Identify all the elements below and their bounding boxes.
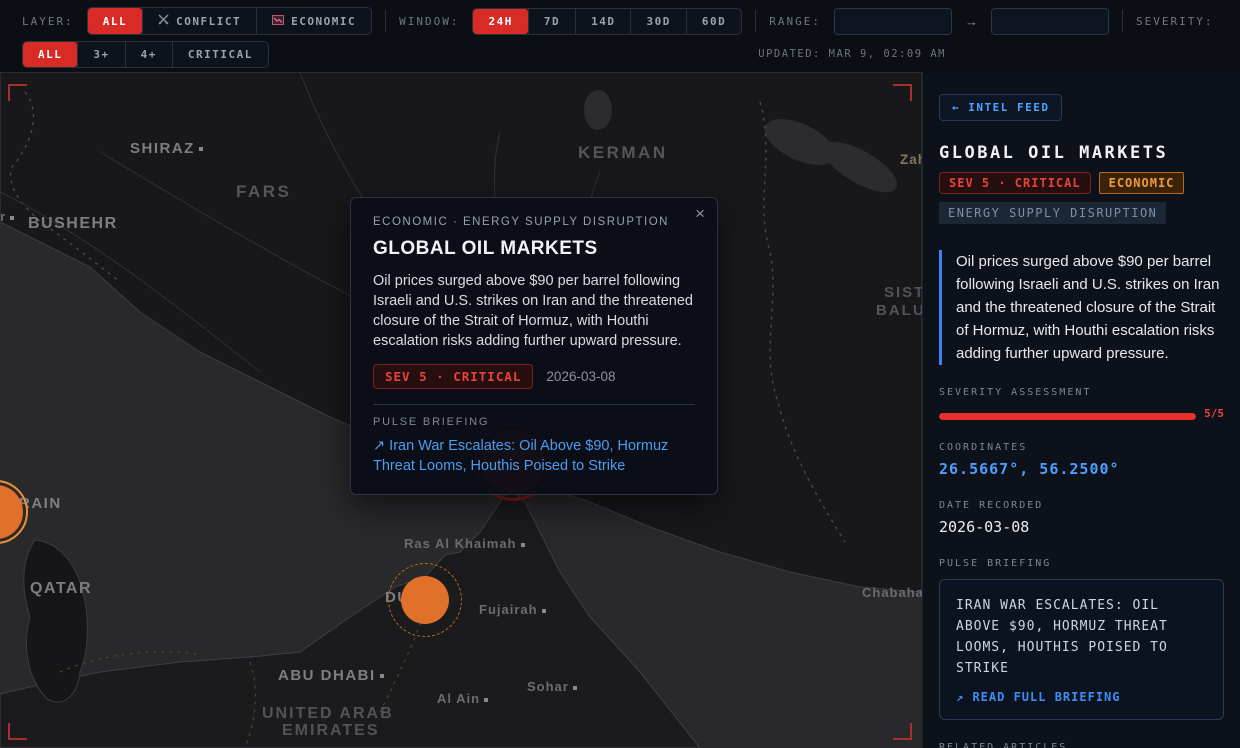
map-label-united-arab: UNITED ARAB bbox=[262, 705, 394, 723]
viewport-corner-bracket bbox=[8, 723, 27, 740]
map-label-nehr: nehr bbox=[0, 209, 14, 224]
range-filter-label: RANGE: bbox=[769, 15, 821, 28]
window-60d-button[interactable]: 60D bbox=[686, 9, 741, 34]
map-label-ras-al-khaimah: Ras Al Khaimah bbox=[404, 536, 525, 551]
map-label-shiraz: SHIRAZ bbox=[130, 140, 203, 157]
range-to-input[interactable] bbox=[991, 8, 1109, 35]
map-label-al-ain: Al Ain bbox=[437, 691, 488, 706]
window-filter-group: 24H 7D 14D 30D 60D bbox=[472, 8, 742, 35]
category-badge: ECONOMIC bbox=[1099, 172, 1185, 194]
map-marker-economic[interactable] bbox=[401, 576, 449, 624]
layer-all-button[interactable]: ALL bbox=[88, 8, 142, 34]
viewport-corner-bracket bbox=[893, 723, 912, 740]
severity-score: 5/5 bbox=[1204, 407, 1224, 420]
layer-filter-label: LAYER: bbox=[22, 15, 74, 28]
window-14d-button[interactable]: 14D bbox=[575, 9, 630, 34]
date-recorded-label: DATE RECORDED bbox=[939, 500, 1224, 511]
filter-toolbar: LAYER: ALL CONFLICT ECONOMIC WINDOW: 24H… bbox=[0, 0, 1240, 72]
map-label-abu-dhabi: ABU DHABI bbox=[278, 667, 384, 684]
severity-badge: SEV 5 · CRITICAL bbox=[373, 364, 533, 389]
severity-4plus-button[interactable]: 4+ bbox=[125, 42, 172, 67]
severity-filter-group: ALL 3+ 4+ CRITICAL bbox=[22, 41, 269, 68]
back-to-intel-feed-button[interactable]: ← INTEL FEED bbox=[939, 94, 1062, 121]
viewport-corner-bracket bbox=[893, 84, 912, 101]
severity-critical-button[interactable]: CRITICAL bbox=[172, 42, 268, 67]
window-7d-button[interactable]: 7D bbox=[528, 9, 575, 34]
pulse-briefing-card: IRAN WAR ESCALATES: OIL ABOVE $90, HORMU… bbox=[939, 579, 1224, 720]
read-full-briefing-link[interactable]: ↗ READ FULL BRIEFING bbox=[956, 690, 1207, 704]
layer-filter-group: ALL CONFLICT ECONOMIC bbox=[87, 7, 372, 35]
map-label-sohar: Sohar bbox=[527, 679, 577, 694]
range-arrow: → bbox=[965, 14, 978, 29]
severity-badge: SEV 5 · CRITICAL bbox=[939, 172, 1091, 194]
coordinates-label: COORDINATES bbox=[939, 442, 1224, 453]
map-label-baluchestan: BALUCHESTAN bbox=[876, 302, 922, 319]
pulse-briefing-headline: IRAN WAR ESCALATES: OIL ABOVE $90, HORMU… bbox=[956, 595, 1207, 679]
close-icon[interactable]: × bbox=[695, 204, 705, 224]
toolbar-divider bbox=[755, 10, 756, 32]
map-label-qatar: QATAR bbox=[30, 580, 92, 598]
pulse-briefing-label: PULSE BRIEFING bbox=[939, 558, 1224, 569]
date-recorded-value: 2026-03-08 bbox=[939, 518, 1224, 536]
chart-down-icon bbox=[272, 15, 284, 28]
event-type-tag: ENERGY SUPPLY DISRUPTION bbox=[939, 202, 1166, 224]
severity-bar-track bbox=[939, 413, 1196, 420]
popup-title: GLOBAL OIL MARKETS bbox=[373, 238, 695, 260]
map-label-chabahar: Chabahar bbox=[862, 585, 922, 600]
pulse-briefing-link[interactable]: ↗ Iran War Escalates: Oil Above $90, Hor… bbox=[373, 436, 695, 476]
map-label-sistan: SISTAN bbox=[884, 284, 922, 301]
layer-economic-label: ECONOMIC bbox=[291, 15, 356, 28]
range-from-input[interactable] bbox=[834, 8, 952, 35]
toolbar-divider bbox=[385, 10, 386, 32]
window-30d-button[interactable]: 30D bbox=[630, 9, 685, 34]
layer-economic-button[interactable]: ECONOMIC bbox=[256, 8, 371, 34]
detail-panel: ← INTEL FEED GLOBAL OIL MARKETS SEV 5 · … bbox=[922, 72, 1240, 748]
severity-3plus-button[interactable]: 3+ bbox=[77, 42, 124, 67]
viewport-corner-bracket bbox=[8, 84, 27, 101]
layer-conflict-button[interactable]: CONFLICT bbox=[142, 8, 256, 34]
popup-divider bbox=[373, 404, 695, 405]
severity-all-button[interactable]: ALL bbox=[23, 42, 77, 67]
detail-title: GLOBAL OIL MARKETS bbox=[939, 143, 1224, 163]
related-articles-label: RELATED ARTICLES bbox=[939, 742, 1224, 748]
last-updated-timestamp: UPDATED: MAR 9, 02:09 AM bbox=[758, 48, 946, 60]
coordinates-value: 26.5667°, 56.2500° bbox=[939, 460, 1224, 478]
detail-description: Oil prices surged above $90 per barrel f… bbox=[939, 250, 1224, 365]
pulse-briefing-label: PULSE BRIEFING bbox=[373, 416, 695, 428]
window-24h-button[interactable]: 24H bbox=[473, 9, 527, 34]
map-label-fars: FARS bbox=[236, 182, 291, 202]
layer-conflict-label: CONFLICT bbox=[176, 15, 241, 28]
window-filter-label: WINDOW: bbox=[399, 15, 459, 28]
map-event-popup: ECONOMIC · ENERGY SUPPLY DISRUPTION × GL… bbox=[350, 197, 718, 495]
map-label-emirates: EMIRATES bbox=[282, 722, 379, 740]
popup-date: 2026-03-08 bbox=[546, 369, 615, 384]
popup-kicker: ECONOMIC · ENERGY SUPPLY DISRUPTION bbox=[373, 216, 695, 228]
map-label-zahedan: Zahedan bbox=[900, 152, 922, 167]
crossed-swords-icon bbox=[158, 14, 169, 28]
map-label-kerman: KERMAN bbox=[578, 143, 668, 163]
severity-assessment-label: SEVERITY ASSESSMENT bbox=[939, 387, 1224, 398]
toolbar-divider bbox=[1122, 10, 1123, 32]
popup-description: Oil prices surged above $90 per barrel f… bbox=[373, 271, 695, 351]
severity-filter-label: SEVERITY: bbox=[1136, 15, 1214, 28]
severity-bar-fill bbox=[939, 413, 1196, 420]
map-label-bushehr: BUSHEHR bbox=[28, 215, 118, 233]
map-label-fujairah: Fujairah bbox=[479, 602, 546, 617]
